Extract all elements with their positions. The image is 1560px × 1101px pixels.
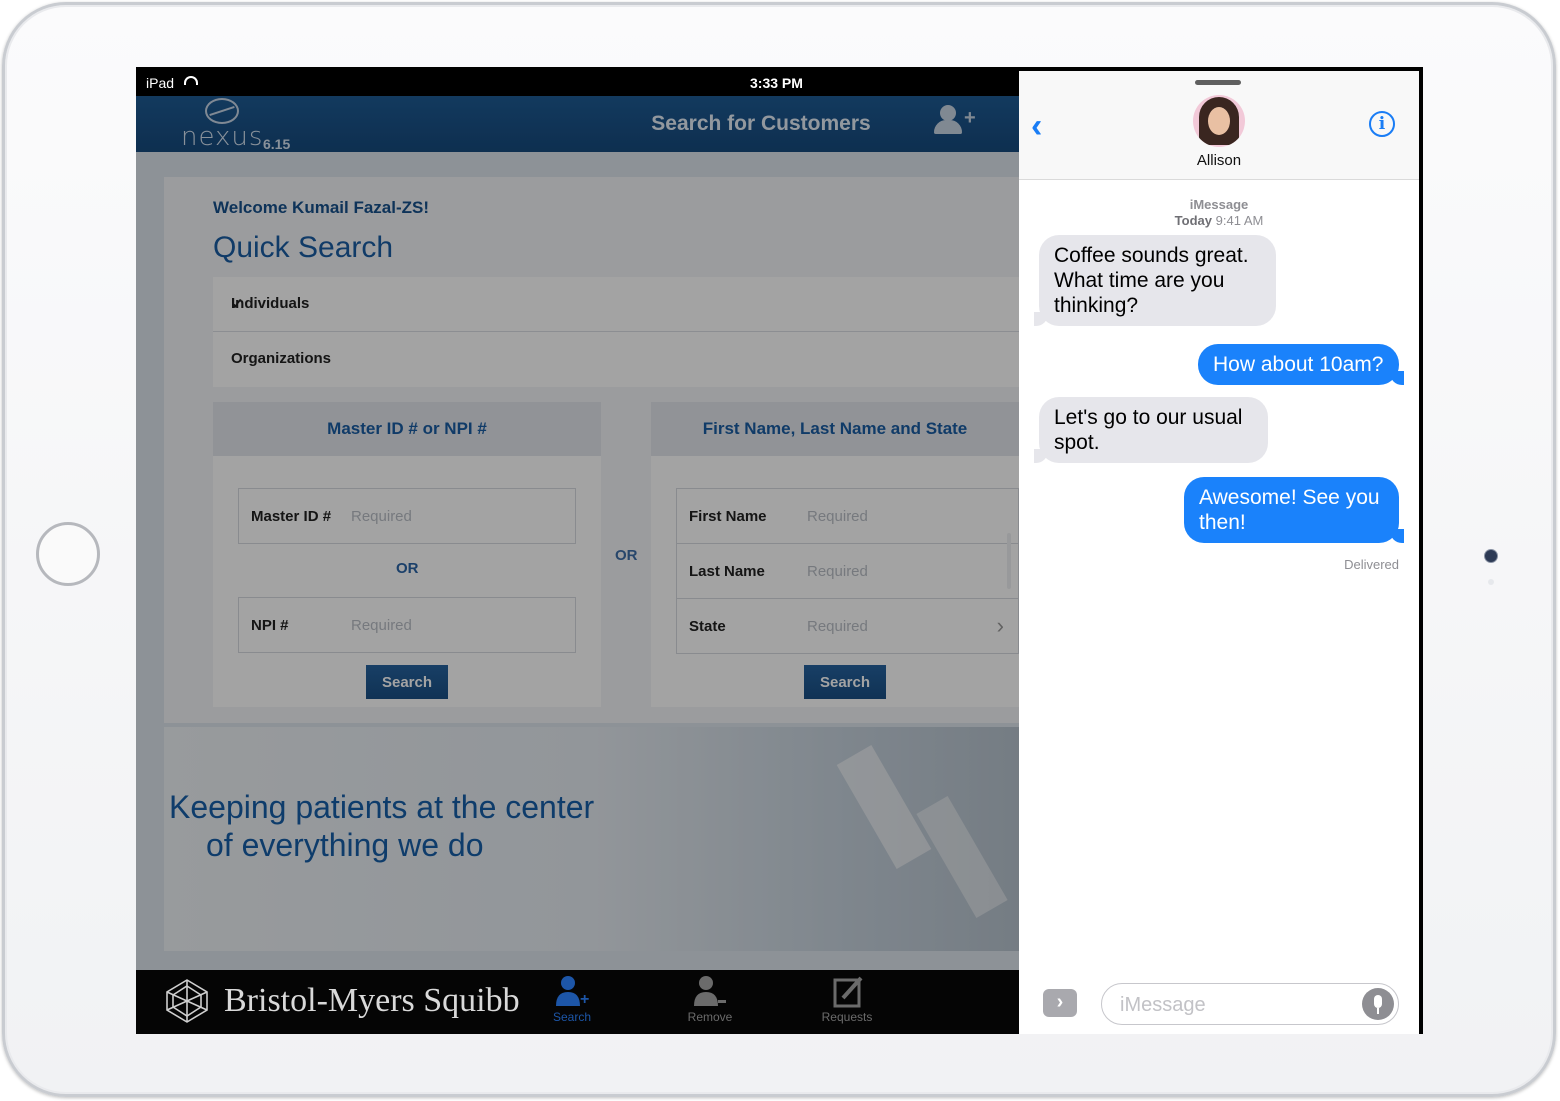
tab-remove[interactable]: Remove — [665, 974, 755, 1024]
field-label: Master ID # — [251, 508, 332, 525]
panel-header: First Name, Last Name and State — [651, 402, 1019, 456]
delivery-status: Delivered — [1344, 557, 1399, 572]
or-label: OR — [396, 560, 419, 577]
compose-icon — [802, 974, 892, 1010]
add-customer-button[interactable]: + — [934, 105, 980, 139]
field-label: Last Name — [689, 563, 765, 580]
tab-search[interactable]: + Search — [527, 974, 617, 1024]
brand-name: Bristol-Myers Squibb — [224, 982, 520, 1019]
incoming-message[interactable]: Coffee sounds great. What time are you t… — [1034, 235, 1276, 326]
banner-line-2: of everything we do — [206, 827, 484, 863]
option-label: Organizations — [231, 350, 332, 367]
ambient-sensor — [1488, 579, 1494, 585]
app-header: nexus 6.15 Search for Customers + — [136, 96, 1019, 152]
wifi-icon — [184, 76, 198, 85]
hero-banner: Keeping patients at the center of everyt… — [164, 727, 1019, 951]
customer-type-selector: Individuals ✓ Organizations — [213, 277, 1019, 387]
ipad-screen: iPad 3:33 PM nexus 6.15 Search for Custo… — [136, 67, 1423, 1034]
message-composer — [1101, 983, 1399, 1025]
status-bar: iPad 3:33 PM — [136, 67, 1019, 96]
panel-header: Master ID # or NPI # — [213, 402, 601, 456]
avatar[interactable] — [1193, 95, 1245, 147]
logo-word: nexus — [181, 122, 264, 152]
option-organizations[interactable]: Organizations — [213, 332, 1019, 386]
app-version: 6.15 — [263, 136, 291, 152]
option-individuals[interactable]: Individuals ✓ — [213, 277, 1019, 332]
tab-label: Requests — [821, 1010, 873, 1024]
first-name-field[interactable]: First Name Required — [676, 488, 1019, 544]
tab-label: Search — [552, 1010, 592, 1024]
field-label: NPI # — [251, 617, 289, 634]
field-placeholder: Required — [807, 618, 868, 635]
messages-app: ‹ Allison i iMessage Today 9:41 AM Coffe… — [1019, 71, 1419, 1034]
remove-person-icon — [665, 974, 755, 1010]
scroll-indicator[interactable] — [1007, 533, 1011, 589]
field-placeholder: Required — [351, 508, 412, 525]
service-label: iMessage — [1189, 197, 1249, 212]
status-time: 3:33 PM — [750, 75, 803, 91]
home-button[interactable] — [36, 522, 100, 586]
tab-label: Remove — [687, 1010, 733, 1024]
id-search-panel: Master ID # or NPI # Master ID # Require… — [213, 402, 601, 707]
field-placeholder: Required — [807, 508, 868, 525]
master-id-field[interactable]: Master ID # Required — [238, 488, 576, 544]
or-divider: OR — [615, 547, 638, 564]
quick-search-title: Quick Search — [213, 231, 394, 264]
field-label: First Name — [689, 508, 767, 525]
app-drawer-chevron-icon[interactable]: › — [1043, 989, 1077, 1017]
chevron-right-icon: › — [996, 613, 1004, 638]
add-user-icon — [940, 105, 956, 121]
bottom-tab-bar: Bristol-Myers Squibb + Search Remove Req… — [136, 970, 1019, 1034]
device-name: iPad — [146, 75, 175, 91]
page-title: Search for Customers — [651, 112, 871, 135]
globe-icon — [205, 98, 239, 124]
checkmark-icon: ✓ — [231, 296, 244, 313]
back-chevron-icon[interactable]: ‹ — [1031, 107, 1042, 146]
field-placeholder: Required — [351, 617, 412, 634]
slide-over-handle[interactable] — [1195, 80, 1241, 85]
search-by-name-button[interactable]: Search — [804, 665, 886, 699]
npi-field[interactable]: NPI # Required — [238, 597, 576, 653]
message-timestamp: Today 9:41 AM — [1174, 213, 1264, 228]
outgoing-message[interactable]: Awesome! See you then! — [1184, 477, 1404, 543]
quick-search-card: Welcome Kumail Fazal-ZS! Quick Search In… — [164, 177, 1019, 723]
add-person-icon: + — [527, 974, 617, 1010]
svg-text:+: + — [580, 991, 589, 1008]
field-label: State — [689, 618, 726, 635]
field-placeholder: Required — [807, 563, 868, 580]
banner-line-1: Keeping patients at the center — [169, 789, 595, 825]
tab-requests[interactable]: Requests — [802, 974, 892, 1024]
outgoing-message[interactable]: How about 10am? — [1198, 344, 1404, 385]
microphone-icon[interactable] — [1362, 988, 1394, 1020]
welcome-text: Welcome Kumail Fazal-ZS! — [213, 198, 430, 217]
info-icon[interactable]: i — [1369, 111, 1395, 137]
last-name-field[interactable]: Last Name Required — [676, 543, 1019, 599]
state-field[interactable]: State Required › — [676, 598, 1019, 654]
bms-logo-icon — [166, 979, 208, 1023]
conversation-header: ‹ Allison i — [1019, 71, 1419, 180]
search-by-id-button[interactable]: Search — [366, 665, 448, 699]
name-search-panel: First Name, Last Name and State First Na… — [651, 402, 1019, 707]
contact-name[interactable]: Allison — [1019, 152, 1419, 169]
front-camera — [1484, 549, 1498, 563]
message-input[interactable] — [1118, 992, 1362, 1018]
incoming-message[interactable]: Let's go to our usual spot. — [1034, 397, 1268, 463]
nexus-app: iPad 3:33 PM nexus 6.15 Search for Custo… — [136, 67, 1019, 1034]
